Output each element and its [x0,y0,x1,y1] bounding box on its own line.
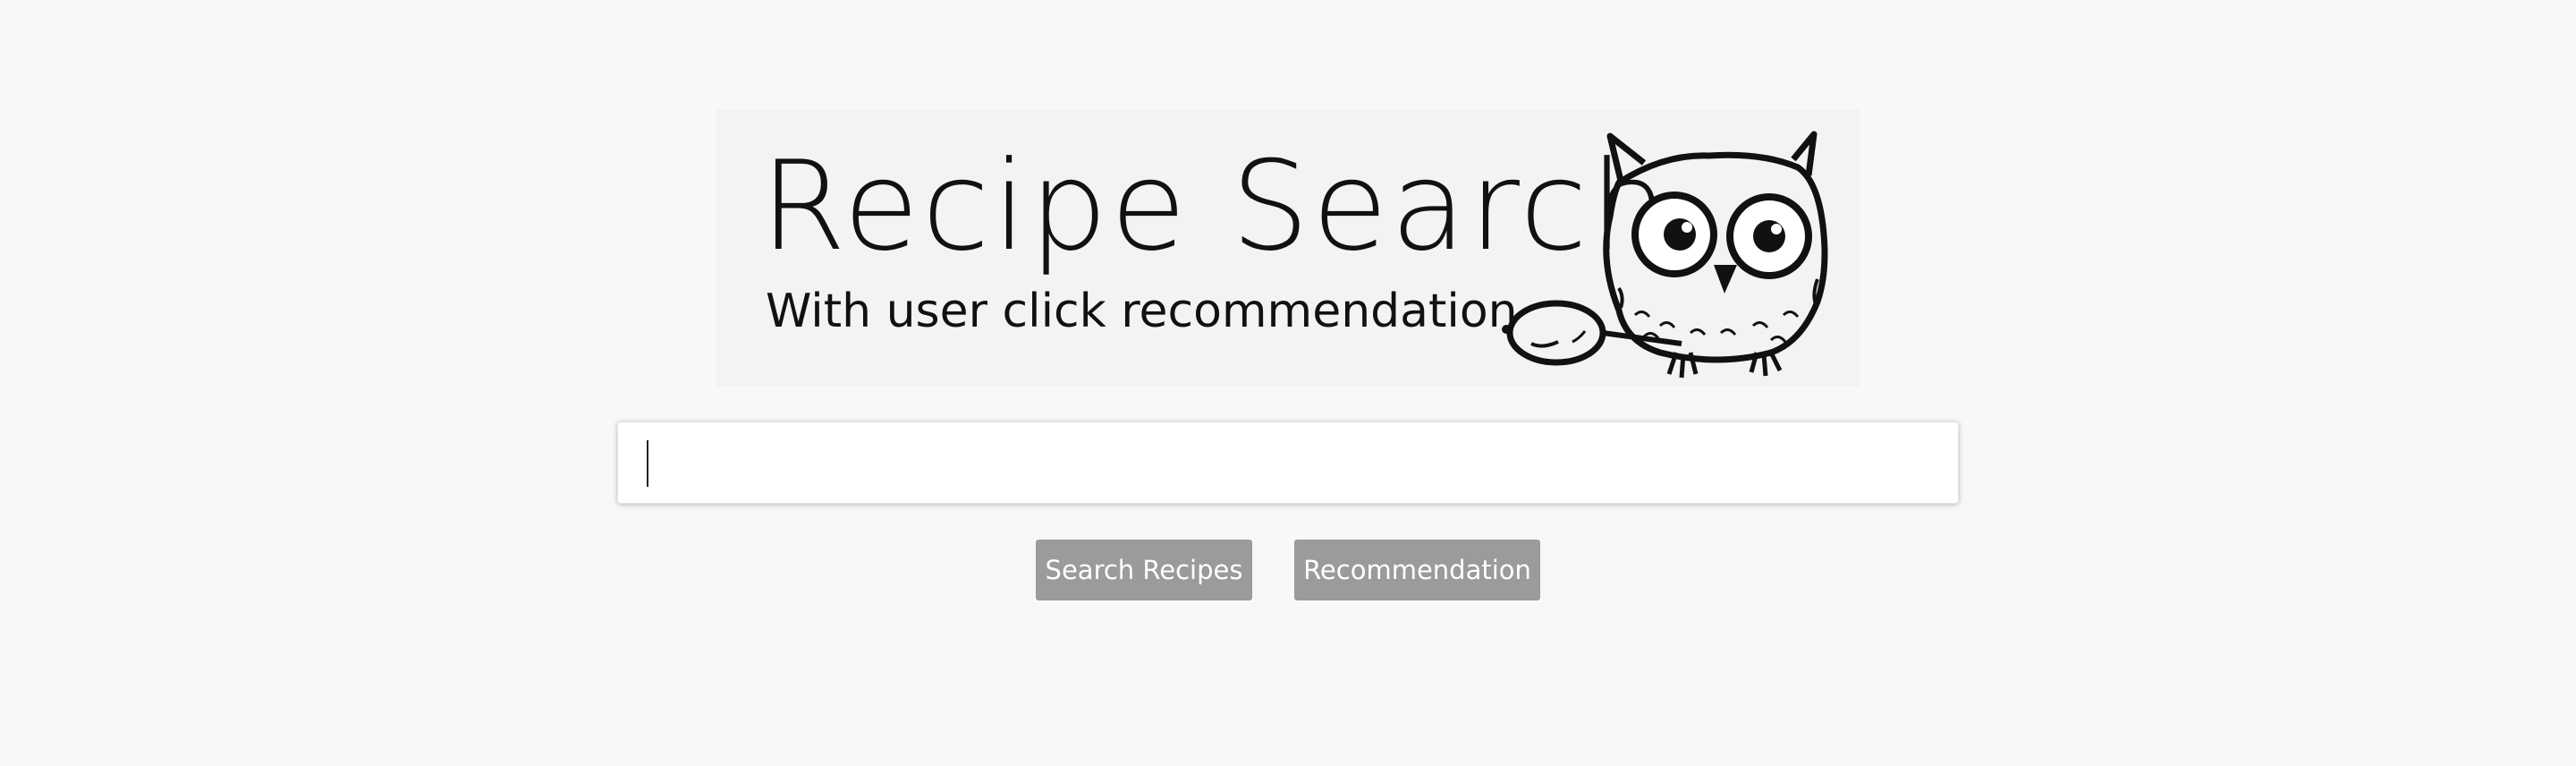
owl-with-magnifying-glass-icon [1502,131,1828,379]
search-box[interactable] [617,421,1959,504]
page: Recipe Search With user click recommenda… [0,0,2576,766]
logo-banner: Recipe Search With user click recommenda… [716,109,1860,387]
text-caret [647,440,648,487]
recommendation-button[interactable]: Recommendation [1294,540,1540,600]
logo-subtitle: With user click recommendation [766,285,1518,338]
search-recipes-button[interactable]: Search Recipes [1036,540,1252,600]
search-input[interactable] [618,422,1958,503]
